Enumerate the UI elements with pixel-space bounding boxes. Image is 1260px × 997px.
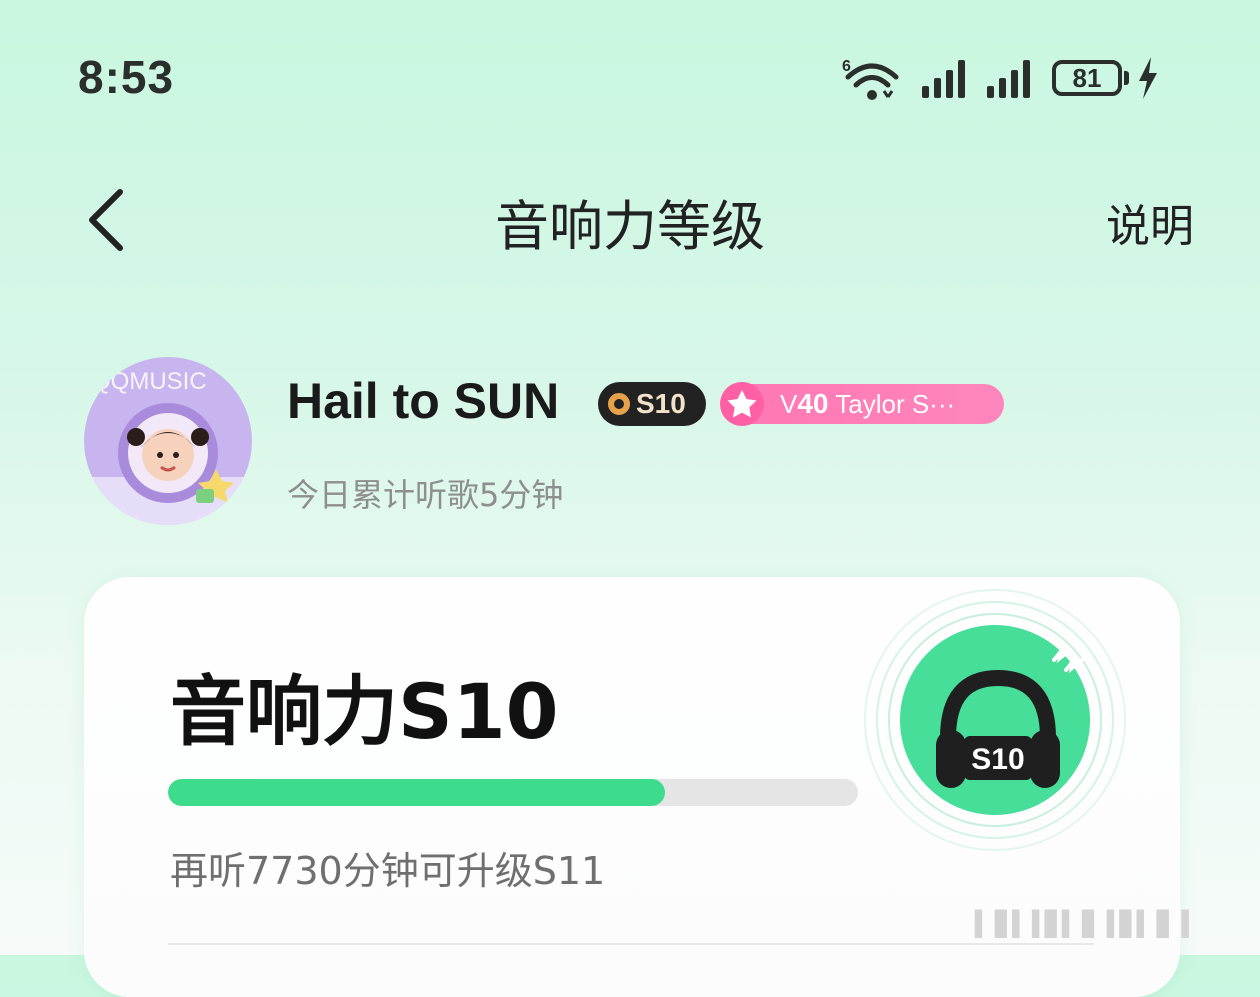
battery-level: 81 bbox=[1052, 60, 1122, 96]
vip-name: Taylor S··· bbox=[835, 389, 956, 419]
signal-icon bbox=[987, 58, 1030, 98]
charging-icon bbox=[1139, 57, 1157, 99]
status-clock: 8:53 bbox=[78, 51, 175, 103]
upgrade-hint: 再听7730分钟可升级S11 bbox=[170, 849, 606, 893]
signal-icon bbox=[922, 58, 965, 98]
username: Hail to SUN bbox=[287, 373, 560, 429]
watermark: ▌▐▌▌▐▐▌▌▐▌▐▐▌▌▐▌▐ bbox=[975, 910, 1189, 938]
vip-prefix: V bbox=[780, 389, 798, 419]
level-progress-bar bbox=[168, 779, 858, 806]
today-listening-text: 今日累计听歌5分钟 bbox=[287, 476, 564, 514]
emblem-label: S10 bbox=[971, 743, 1024, 776]
level-badge-label: S10 bbox=[636, 388, 686, 419]
vip-level: 40 bbox=[797, 388, 829, 419]
page-title: 音响力等级 bbox=[495, 195, 765, 258]
avatar-image: QQMUSIC bbox=[84, 357, 252, 525]
status-icons: 6 81 bbox=[840, 54, 1159, 102]
avatar-text: QQMUSIC bbox=[92, 368, 207, 395]
help-link[interactable]: 说明 bbox=[1106, 190, 1194, 254]
card-divider bbox=[168, 943, 1094, 945]
avatar[interactable]: QQMUSIC bbox=[84, 357, 252, 525]
headphones-icon: S10 bbox=[864, 589, 1126, 851]
vip-badge[interactable]: V40 Taylor S··· bbox=[720, 382, 1004, 426]
level-badge[interactable]: S10 bbox=[598, 382, 706, 426]
wifi-icon: 6 bbox=[842, 58, 899, 100]
level-title: 音响力S10 bbox=[170, 667, 559, 756]
level-progress-fill bbox=[168, 779, 665, 806]
battery-icon: 81 bbox=[1052, 60, 1129, 96]
star-icon bbox=[720, 382, 764, 426]
vip-label: V40 Taylor S··· bbox=[780, 388, 955, 420]
